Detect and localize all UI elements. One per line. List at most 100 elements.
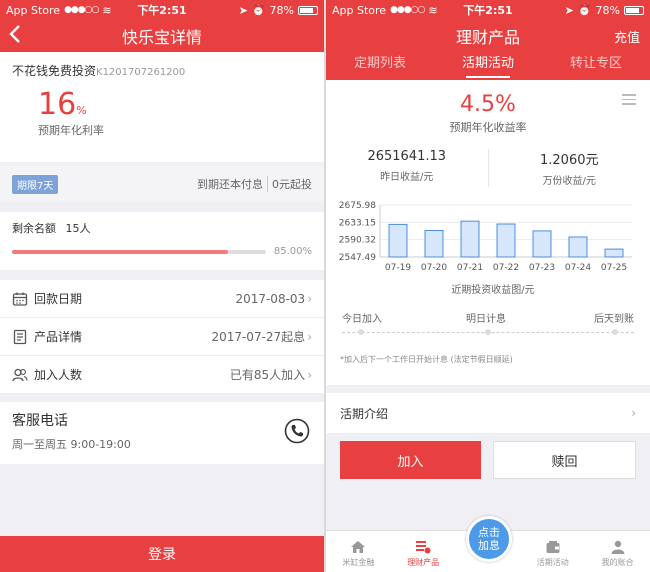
tabbar-label: 我的账合 <box>601 558 634 567</box>
user-icon <box>611 540 625 554</box>
repay-method: 到期还本付息 <box>197 178 263 191</box>
document-icon <box>13 329 27 344</box>
chevron-left-icon[interactable] <box>8 24 22 48</box>
bar-07-22 <box>496 223 516 258</box>
rate-label: 预期年化利率 <box>38 124 104 137</box>
x-tick-label: 07-25 <box>601 263 627 273</box>
yesterday-earnings: 2651641.13 <box>367 149 447 164</box>
users-icon <box>12 368 28 381</box>
bonus-fab-button[interactable]: 点击 加息 <box>466 516 512 562</box>
home-icon <box>351 541 366 553</box>
quota-label: 剩余名额 <box>12 222 56 235</box>
location-icon: ➤ <box>238 3 248 17</box>
detail-screen: App Store ●●●○○ ≋ 下午2:51 ➤ ⏰ 78% 快乐宝详情 不… <box>0 0 324 572</box>
join-button[interactable]: 加入 <box>340 441 481 479</box>
term-tag: 期限7天 <box>12 174 59 194</box>
cs-title: 客服电话 <box>12 413 68 429</box>
phone-icon[interactable] <box>284 418 310 444</box>
calendar-icon <box>12 292 28 306</box>
divider <box>267 176 268 192</box>
chevron-right-icon: › <box>307 367 312 382</box>
tab-transfer-zone[interactable]: 转让专区 <box>542 52 650 80</box>
timeline-dot <box>612 329 618 335</box>
list-menu-icon[interactable] <box>622 94 636 108</box>
y-tick-label: 2590.32 <box>339 236 376 246</box>
login-button[interactable]: 登录 <box>0 536 324 572</box>
timeline-note: *加入后下一个工作日开始计息 (法定节假日顺延) <box>340 355 513 364</box>
progress-fill <box>12 249 228 254</box>
nav-bar: 理财产品 充值 <box>326 20 650 52</box>
rate-value: 16 <box>38 87 77 122</box>
tabbar-home[interactable]: 米缸金融 <box>326 531 391 572</box>
page-title: 快乐宝详情 <box>121 28 202 47</box>
timeline-dot <box>485 329 491 335</box>
tabbar-label: 活期活动 <box>536 558 569 567</box>
row-value: 已有85人加入 <box>229 368 306 382</box>
timeline: 今日加入 明日计息 后天到账 <box>342 310 634 350</box>
recharge-button[interactable]: 充值 <box>614 27 640 46</box>
chart-title: 近期投资收益图/元 <box>451 285 535 296</box>
timeline-step: 后天到账 <box>594 314 634 325</box>
rate-unit: % <box>76 104 87 117</box>
quota-value: 15人 <box>65 222 91 235</box>
rate-label: 预期年化收益率 <box>449 121 527 134</box>
x-tick-label: 07-21 <box>457 263 483 273</box>
bar-07-21 <box>460 220 480 258</box>
progress-text: 85.00% <box>273 246 312 257</box>
earnings-chart: 2675.98 2633.15 2590.32 2547.49 07-19 07-20 07… <box>336 199 650 296</box>
chevron-right-icon: › <box>307 329 312 344</box>
x-tick-label: 07-23 <box>529 263 555 273</box>
signal-icon: ●●●○○ <box>64 5 99 15</box>
row-participants[interactable]: 加入人数 已有85人加入 › <box>0 356 324 394</box>
battery-icon <box>624 5 644 15</box>
intro-row[interactable]: 活期介绍 › <box>326 393 650 433</box>
row-value: 2017-08-03 <box>235 291 306 306</box>
status-bar: App Store ●●●○○ ≋ 下午2:51 ➤ ⏰ 78% <box>326 0 650 20</box>
tabbar-label: 米缸金融 <box>342 558 375 567</box>
page-title: 理财产品 <box>455 28 520 47</box>
status-bar: App Store ●●●○○ ≋ 下午2:51 ➤ ⏰ 78% <box>0 0 324 20</box>
finance-list-icon <box>416 541 431 554</box>
rate-value: 4.5% <box>460 92 516 117</box>
alarm-icon: ⏰ <box>577 3 592 17</box>
product-name: 不花钱免费投资 <box>12 64 97 78</box>
wallet-icon <box>546 541 560 553</box>
tabbar-account[interactable]: 我的账合 <box>585 531 650 572</box>
timeline-step: 今日加入 <box>342 314 382 325</box>
battery-percent: 78% <box>595 3 620 17</box>
quota-section: 剩余名额 15人 85.00% <box>0 212 324 270</box>
row-product-detail[interactable]: 产品详情 2017-07-27起息 › <box>0 318 324 356</box>
x-tick-label: 07-19 <box>385 263 411 273</box>
y-tick-label: 2633.15 <box>339 218 376 228</box>
progress-bar <box>12 249 266 254</box>
bar-07-23 <box>532 230 552 258</box>
battery-icon <box>298 5 318 15</box>
term-tags: 期限7天 到期还本付息 0元起投 <box>0 166 324 202</box>
cs-hours: 周一至周五 9:00-19:00 <box>12 438 131 451</box>
tab-bar: 定期列表 活期活动 转让专区 <box>326 52 650 80</box>
redeem-button[interactable]: 赎回 <box>493 441 636 479</box>
row-return-date[interactable]: 回款日期 2017-08-03 › <box>0 280 324 318</box>
row-label: 产品详情 <box>34 330 83 344</box>
rate-display: 16% <box>38 87 312 122</box>
location-icon: ➤ <box>564 3 574 17</box>
x-tick-label: 07-24 <box>565 263 591 273</box>
signal-icon: ●●●○○ <box>390 5 425 15</box>
carrier-label: App Store <box>6 3 61 17</box>
info-list: 回款日期 2017-08-03 › 产品详情 2017-07-27起息 › 加入人数… <box>0 280 324 394</box>
chevron-right-icon: › <box>307 291 312 306</box>
wifi-icon: ≋ <box>428 3 438 17</box>
bar-07-20 <box>424 229 444 258</box>
row-value: 2017-07-27起息 <box>211 330 306 344</box>
x-tick-label: 07-22 <box>493 263 519 273</box>
earnings-chart-svg: 2675.98 2633.15 2590.32 2547.49 07-19 07-20 07… <box>339 201 632 273</box>
tabbar-finance[interactable]: 理财产品 <box>391 531 456 572</box>
tab-current-activity[interactable]: 活期活动 <box>434 52 542 80</box>
timeline-step: 明日计息 <box>466 314 506 325</box>
tab-fixed-list[interactable]: 定期列表 <box>326 52 434 80</box>
tabbar-label: 理财产品 <box>407 558 440 567</box>
wifi-icon: ≋ <box>102 3 112 17</box>
bar-07-19 <box>388 223 408 258</box>
timeline-dot <box>358 329 364 335</box>
tabbar-activity[interactable]: 活期活动 <box>520 531 585 572</box>
